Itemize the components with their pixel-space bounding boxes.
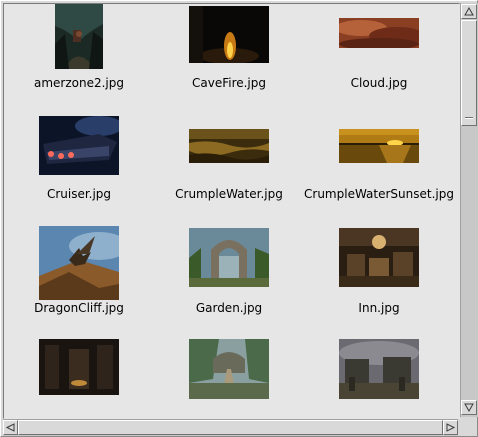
horizontal-scrollbar[interactable] xyxy=(3,419,458,436)
thumbnail-item-row4-col2[interactable] xyxy=(154,333,304,418)
thumbnail-image[interactable] xyxy=(339,18,419,48)
thumbnail-item-cloud[interactable]: Cloud.jpg xyxy=(304,4,454,108)
thumbnail-item-garden[interactable]: Garden.jpg xyxy=(154,221,304,329)
vertical-scroll-thumb[interactable] xyxy=(461,20,477,126)
arrow-right-icon xyxy=(446,423,456,432)
thumbnail-item-row4-col3[interactable] xyxy=(304,333,454,418)
scroll-down-button[interactable] xyxy=(461,400,477,415)
thumbnail-image[interactable] xyxy=(39,226,119,300)
vertical-scrollbar[interactable] xyxy=(460,3,478,417)
thumbnail-grid: amerzone2.jpg CaveFire.jpg Cloud.jpg Cru… xyxy=(4,4,459,418)
thumbnail-filename: CaveFire.jpg xyxy=(191,76,266,90)
thumbnail-item-dragoncliff[interactable]: DragonCliff.jpg xyxy=(4,221,154,329)
thumbnail-item-crumplewater[interactable]: CrumpleWater.jpg xyxy=(154,111,304,219)
thumbnail-image[interactable] xyxy=(39,339,119,395)
thumbnail-item-inn[interactable]: Inn.jpg xyxy=(304,221,454,329)
thumbnail-image[interactable] xyxy=(189,228,269,287)
thumbnail-filename: CrumpleWaterSunset.jpg xyxy=(304,187,454,201)
horizontal-scroll-thumb[interactable] xyxy=(18,420,443,435)
scroll-up-button[interactable] xyxy=(461,4,477,19)
thumbnail-filename: Cloud.jpg xyxy=(350,76,408,90)
arrow-left-icon xyxy=(5,423,15,432)
thumbnail-item-row4-col1[interactable] xyxy=(4,333,154,418)
thumbnail-image[interactable] xyxy=(189,129,269,163)
thumbnail-filename: Cruiser.jpg xyxy=(46,187,112,201)
thumbnail-image[interactable] xyxy=(55,4,103,69)
file-browser-window: amerzone2.jpg CaveFire.jpg Cloud.jpg Cru… xyxy=(0,0,478,437)
thumbnail-filename: amerzone2.jpg xyxy=(33,76,124,90)
thumbnail-filename: Garden.jpg xyxy=(195,301,263,315)
thumbnail-image[interactable] xyxy=(339,129,419,163)
grip-lines xyxy=(465,117,473,119)
scrollbar-corner xyxy=(460,419,477,436)
thumbnail-image[interactable] xyxy=(339,228,419,287)
thumbnail-image[interactable] xyxy=(189,339,269,399)
thumbnail-image[interactable] xyxy=(189,6,269,63)
thumbnail-view: amerzone2.jpg CaveFire.jpg Cloud.jpg Cru… xyxy=(3,3,460,419)
thumbnail-filename: CrumpleWater.jpg xyxy=(175,187,283,201)
arrow-up-icon xyxy=(464,6,474,16)
thumbnail-image[interactable] xyxy=(39,116,119,175)
arrow-down-icon xyxy=(464,403,474,413)
thumbnail-item-cavefire[interactable]: CaveFire.jpg xyxy=(154,4,304,108)
thumbnail-item-crumplewatersunset[interactable]: CrumpleWaterSunset.jpg xyxy=(304,111,454,219)
scroll-left-button[interactable] xyxy=(3,420,18,435)
thumbnail-item-cruiser[interactable]: Cruiser.jpg xyxy=(4,111,154,219)
thumbnail-filename: Inn.jpg xyxy=(358,301,400,315)
thumbnail-image[interactable] xyxy=(339,339,419,399)
thumbnail-filename: DragonCliff.jpg xyxy=(34,301,124,315)
scroll-right-button[interactable] xyxy=(443,420,458,435)
thumbnail-item-amerzone2[interactable]: amerzone2.jpg xyxy=(4,4,154,108)
